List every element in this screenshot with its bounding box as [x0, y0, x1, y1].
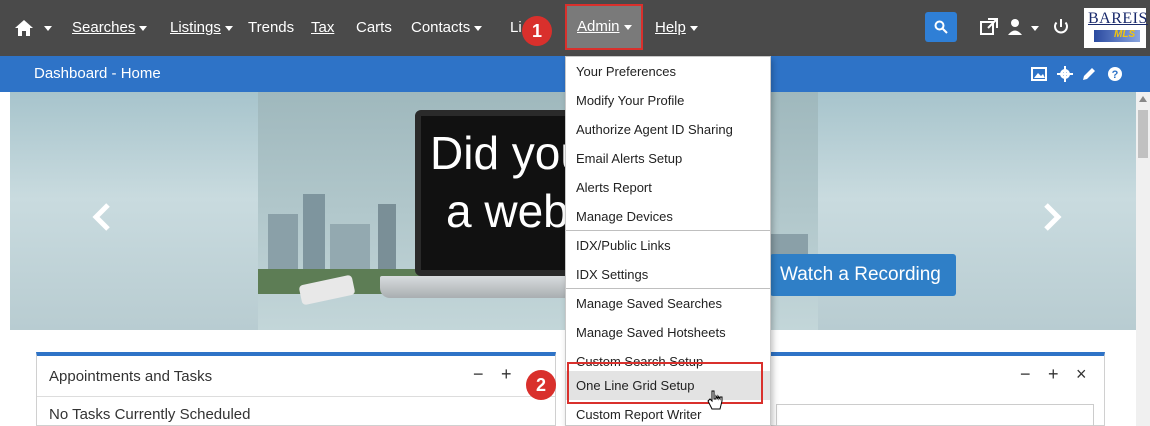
chevron-down-icon	[474, 25, 483, 31]
minimize-icon[interactable]: −	[1020, 364, 1031, 385]
move-icon[interactable]: +	[501, 364, 512, 385]
widget-content-box	[776, 404, 1094, 426]
nav-tax[interactable]: Tax	[311, 0, 334, 56]
nav-help[interactable]: Help	[655, 0, 698, 56]
widget-title: Appointments and Tasks	[49, 368, 213, 385]
menu-item-idx-settings[interactable]: IDX Settings	[566, 260, 770, 289]
close-icon[interactable]: ×	[1076, 364, 1087, 385]
chevron-left-icon[interactable]	[90, 202, 114, 232]
scroll-up-icon[interactable]	[1139, 96, 1147, 102]
nav-trends[interactable]: Trends	[248, 0, 294, 56]
help-icon[interactable]: ?	[1106, 65, 1124, 83]
scroll-thumb[interactable]	[1138, 110, 1148, 158]
search-button[interactable]	[925, 12, 957, 42]
menu-item-authorize-agent-id-sharing[interactable]: Authorize Agent ID Sharing	[566, 115, 770, 144]
nav-contacts[interactable]: Contacts	[411, 0, 483, 56]
home-caret-icon[interactable]	[44, 26, 52, 31]
banner-headline-line1: Did you	[430, 127, 586, 179]
callout-badge-1: 1	[522, 16, 552, 46]
menu-item-manage-saved-searches[interactable]: Manage Saved Searches	[566, 289, 770, 318]
chevron-right-icon[interactable]	[1040, 202, 1064, 232]
chevron-down-icon	[623, 24, 632, 30]
chevron-down-icon	[139, 25, 148, 31]
power-icon[interactable]	[1050, 16, 1072, 38]
banner-headline-line2: a web	[446, 185, 569, 237]
callout-badge-2: 2	[526, 370, 556, 400]
pencil-icon[interactable]	[1080, 65, 1098, 83]
menu-item-modify-profile[interactable]: Modify Your Profile	[566, 86, 770, 115]
menu-item-alerts-report[interactable]: Alerts Report	[566, 173, 770, 202]
menu-item-manage-saved-hotsheets[interactable]: Manage Saved Hotsheets	[566, 318, 770, 347]
svg-text:?: ?	[1112, 69, 1119, 81]
hand-cursor-icon	[707, 390, 723, 410]
widget-divider	[37, 396, 555, 397]
chevron-down-icon	[689, 25, 698, 31]
appointments-widget: Appointments and Tasks − + No Tasks Curr…	[36, 352, 556, 426]
highlight-box	[567, 362, 763, 404]
page-title: Dashboard - Home	[34, 65, 161, 82]
nav-listings[interactable]: Listings	[170, 0, 233, 56]
move-icon[interactable]: +	[1048, 364, 1059, 385]
chevron-down-icon	[224, 25, 233, 31]
nav-carts[interactable]: Carts	[356, 0, 392, 56]
search-icon	[934, 20, 948, 34]
nav-admin[interactable]: Admin	[565, 4, 643, 50]
menu-item-manage-devices[interactable]: Manage Devices	[566, 202, 770, 231]
menu-item-idx-public-links[interactable]: IDX/Public Links	[566, 231, 770, 260]
external-link-icon[interactable]	[978, 16, 1000, 38]
widget-empty-message: No Tasks Currently Scheduled	[49, 406, 251, 423]
menu-item-email-alerts-setup[interactable]: Email Alerts Setup	[566, 144, 770, 173]
nav-searches[interactable]: Searches	[72, 0, 148, 56]
right-widget: − + ×	[765, 352, 1105, 426]
home-icon[interactable]	[14, 18, 34, 38]
image-icon[interactable]	[1030, 65, 1048, 83]
page-scrollbar[interactable]	[1136, 92, 1150, 426]
top-navbar: Searches Listings Trends Tax Carts Conta…	[0, 0, 1150, 56]
minimize-icon[interactable]: −	[473, 364, 484, 385]
watch-recording-button[interactable]: Watch a Recording	[770, 254, 956, 296]
user-caret-icon[interactable]	[1031, 26, 1039, 31]
user-icon[interactable]	[1006, 16, 1028, 38]
menu-item-your-preferences[interactable]: Your Preferences	[566, 57, 770, 86]
bareis-mls-logo[interactable]: BAREIS MLS	[1084, 8, 1147, 48]
gear-icon[interactable]	[1056, 65, 1074, 83]
nav-links-partial[interactable]: Li	[510, 0, 522, 56]
